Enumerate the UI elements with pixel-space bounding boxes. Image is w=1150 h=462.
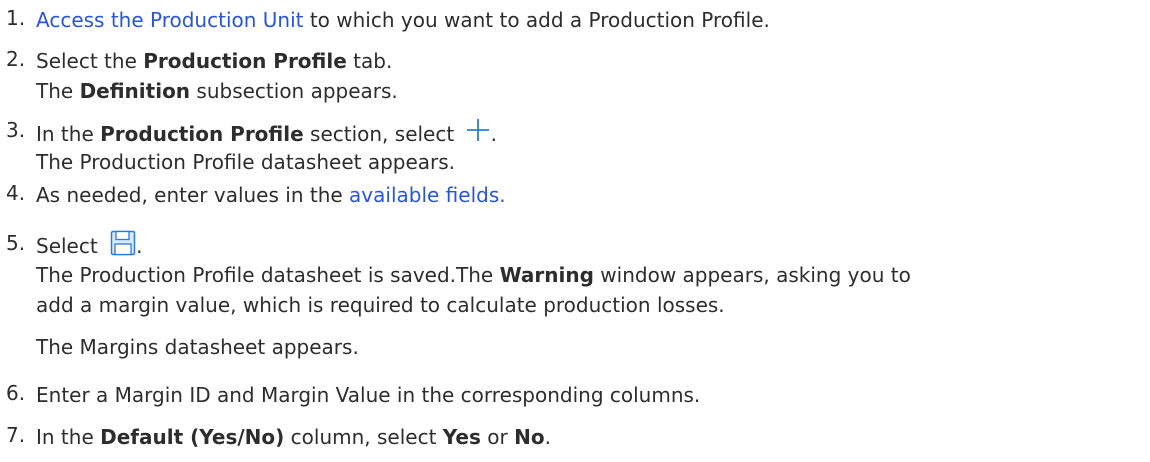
step-number: 2. xyxy=(6,47,26,71)
ui-term: Production Profile xyxy=(143,49,347,73)
step-number: 1. xyxy=(6,6,26,30)
ui-term: No xyxy=(514,425,545,449)
step-number: 4. xyxy=(6,181,26,205)
ui-term: Production Profile xyxy=(100,122,304,146)
step-result: The Production Profile datasheet appears… xyxy=(36,150,456,174)
ui-term: Yes xyxy=(442,425,481,449)
step-text: Enter a Margin ID and Margin Value in th… xyxy=(36,383,701,407)
save-icon xyxy=(110,230,136,264)
step-text: to which you want to add a Production Pr… xyxy=(303,8,770,32)
step-text: In the xyxy=(36,425,101,449)
step-text: tab. xyxy=(346,49,393,73)
ui-term: Default (Yes/No) xyxy=(100,425,285,449)
step-text: Select the xyxy=(36,49,144,73)
step-result: The Production Profile datasheet is save… xyxy=(36,263,500,287)
step-text: section, select xyxy=(303,122,461,146)
step-text: As needed, enter values in the xyxy=(36,183,350,207)
step-number: 3. xyxy=(6,118,26,142)
step-number: 7. xyxy=(6,423,26,447)
step-result: subsection appears. xyxy=(190,79,398,103)
step-result: window appears, asking you to xyxy=(593,263,911,287)
available-fields-link[interactable]: available fields. xyxy=(349,183,506,207)
plus-icon xyxy=(465,117,491,151)
access-production-unit-link[interactable]: Access the Production Unit xyxy=(36,8,303,32)
procedure-steps: 1. Access the Production Unit to which y… xyxy=(6,6,911,449)
step-number: 6. xyxy=(6,381,26,405)
step-result: The xyxy=(36,79,80,103)
ui-term: Warning xyxy=(499,263,594,287)
ui-term: Definition xyxy=(79,79,191,103)
step-text: In the xyxy=(36,122,101,146)
step-number: 5. xyxy=(6,231,26,255)
step-text: or xyxy=(480,425,515,449)
step-result: add a margin value, which is required to… xyxy=(36,293,725,317)
step-text: Select xyxy=(36,234,105,258)
step-result: The Margins datasheet appears. xyxy=(36,335,359,359)
step-text: column, select xyxy=(284,425,443,449)
